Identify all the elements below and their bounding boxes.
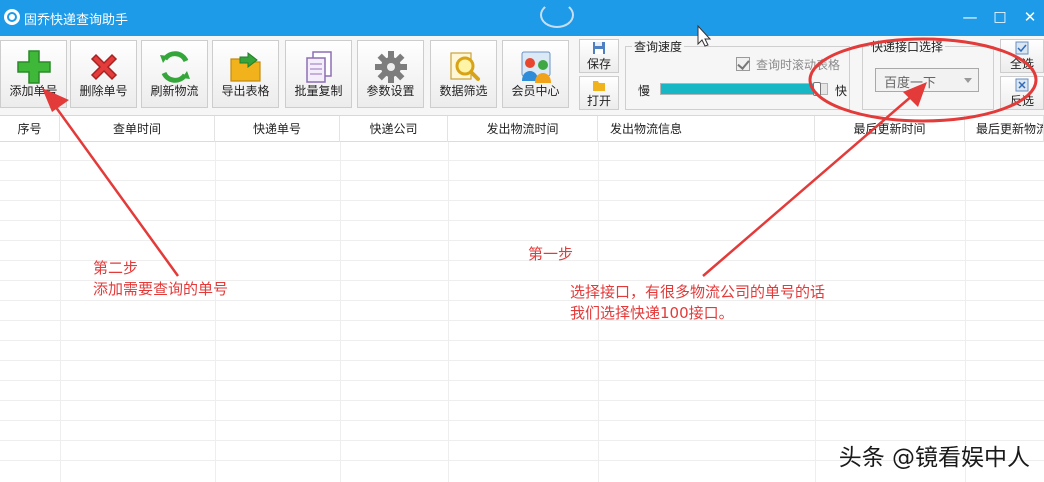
save-button[interactable]: 保存 — [579, 39, 619, 73]
table-header: 序号 查单时间 快递单号 快递公司 发出物流时间 发出物流信息 最后更新时间 最… — [0, 116, 1044, 142]
query-speed-group: 查询速度 查询时滚动表格 慢 快 — [625, 38, 850, 110]
step-one-annotation: 选择接口，有很多物流公司的单号的话 我们选择快递100接口。 — [570, 282, 825, 324]
delete-number-label: 删除单号 — [79, 84, 128, 98]
add-number-button[interactable]: 添加单号 — [0, 40, 67, 108]
invert-selection-button[interactable]: 反选 — [1000, 76, 1044, 110]
open-button[interactable]: 打开 — [579, 76, 619, 110]
grid-line — [0, 240, 1044, 241]
courier-interface-group: 快递接口选择 百度一下 — [862, 38, 994, 110]
batch-copy-button[interactable]: 批量复制 — [285, 40, 352, 108]
export-table-label: 导出表格 — [221, 84, 270, 98]
courier-interface-value: 百度一下 — [884, 76, 937, 91]
tracking-table-body[interactable] — [0, 142, 1044, 482]
invert-selection-icon — [1015, 78, 1029, 92]
batch-copy-label: 批量复制 — [294, 84, 343, 98]
dropdown-caret-icon — [964, 78, 972, 83]
copy-document-icon — [305, 51, 332, 83]
select-all-label: 全选 — [1009, 57, 1034, 71]
app-search-icon — [4, 9, 20, 25]
column-header-ship-info[interactable]: 发出物流信息 — [598, 116, 815, 142]
grid-line — [0, 360, 1044, 361]
grid-line — [0, 300, 1044, 301]
grid-line — [0, 200, 1044, 201]
courier-interface-title: 快递接口选择 — [869, 38, 946, 55]
step-two-annotation: 第二步 添加需要查询的单号 — [93, 258, 228, 300]
column-header-query-time[interactable]: 查单时间 — [60, 116, 215, 142]
open-label: 打开 — [586, 94, 611, 108]
slow-label: 慢 — [638, 84, 651, 98]
grid-line — [0, 400, 1044, 401]
close-button[interactable]: ✕ — [1020, 7, 1040, 27]
fast-label: 快 — [835, 84, 848, 98]
maximize-button[interactable]: □ — [990, 7, 1010, 27]
export-table-button[interactable]: 导出表格 — [212, 40, 279, 108]
refresh-icon — [159, 51, 190, 83]
step-two-text: 添加需要查询的单号 — [93, 280, 229, 298]
export-folder-icon — [229, 51, 261, 82]
users-icon — [521, 51, 551, 83]
column-header-index[interactable]: 序号 — [0, 116, 60, 142]
grid-line — [0, 420, 1044, 421]
column-header-last-update-time[interactable]: 最后更新时间 — [815, 116, 965, 142]
courier-interface-select[interactable]: 百度一下 — [875, 68, 979, 92]
speed-slider-thumb[interactable] — [813, 82, 821, 96]
refresh-logistics-button[interactable]: 刷新物流 — [141, 40, 208, 108]
data-filter-label: 数据筛选 — [439, 84, 488, 98]
column-header-courier-company[interactable]: 快递公司 — [340, 116, 448, 142]
grid-line — [0, 320, 1044, 321]
speed-slider-fill — [661, 84, 813, 94]
grid-line — [0, 180, 1044, 181]
grid-line — [60, 142, 61, 482]
window-title: 固乔快递查询助手 — [24, 13, 129, 28]
refresh-logistics-label: 刷新物流 — [150, 84, 199, 98]
invert-selection-label: 反选 — [1009, 94, 1034, 108]
delete-x-icon — [90, 53, 117, 81]
column-header-ship-time[interactable]: 发出物流时间 — [448, 116, 598, 142]
grid-line — [448, 142, 449, 482]
loading-spinner-icon — [540, 2, 574, 28]
delete-number-button[interactable]: 删除单号 — [70, 40, 137, 108]
toolbar: 添加单号 删除单号 刷新物流 导出表格 批量复制 参数设置 数据筛选 会员中心 … — [0, 36, 1044, 116]
gear-icon — [374, 51, 407, 83]
floppy-disk-icon — [593, 42, 605, 54]
column-header-tracking-number[interactable]: 快递单号 — [215, 116, 340, 142]
step-one-line-2: 我们选择快递100接口。 — [570, 304, 734, 322]
grid-line — [215, 142, 216, 482]
step-two-title: 第二步 — [93, 259, 139, 277]
plus-icon — [16, 50, 51, 84]
parameter-settings-button[interactable]: 参数设置 — [357, 40, 424, 108]
scroll-table-checkbox[interactable] — [736, 57, 750, 71]
step-one-title: 第一步 — [528, 245, 574, 263]
query-speed-title: 查询速度 — [632, 38, 685, 55]
member-center-button[interactable]: 会员中心 — [502, 40, 569, 108]
parameter-settings-label: 参数设置 — [366, 84, 415, 98]
select-all-icon — [1015, 41, 1029, 55]
add-number-label: 添加单号 — [9, 84, 58, 98]
title-bar: 固乔快递查询助手 — □ ✕ — [0, 0, 1044, 36]
grid-line — [340, 142, 341, 482]
grid-line — [965, 142, 966, 482]
scroll-table-label: 查询时滚动表格 — [756, 58, 841, 72]
member-center-label: 会员中心 — [511, 84, 560, 98]
watermark: 头条 @镜看娱中人 — [838, 445, 1030, 471]
open-folder-icon — [593, 81, 605, 91]
magnifier-filter-icon — [449, 52, 480, 81]
grid-line — [0, 380, 1044, 381]
select-all-button[interactable]: 全选 — [1000, 39, 1044, 73]
column-header-last-update-logistics[interactable]: 最后更新物流 — [965, 116, 1044, 142]
minimize-button[interactable]: — — [960, 7, 980, 27]
step-one-line-1: 选择接口，有很多物流公司的单号的话 — [570, 283, 826, 301]
speed-slider[interactable] — [660, 82, 828, 96]
grid-line — [0, 160, 1044, 161]
grid-line — [0, 220, 1044, 221]
data-filter-button[interactable]: 数据筛选 — [430, 40, 497, 108]
save-label: 保存 — [586, 57, 611, 71]
grid-line — [0, 340, 1044, 341]
